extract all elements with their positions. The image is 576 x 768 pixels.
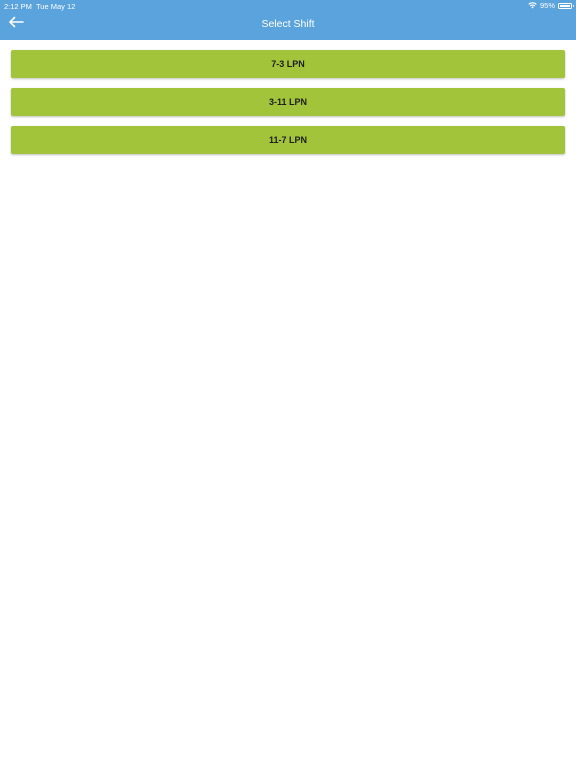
wifi-icon (528, 2, 537, 9)
battery-percent: 95% (539, 1, 555, 10)
battery-tip (572, 4, 574, 7)
status-bar: 2:12 PM Tue May 12 95% (0, 0, 576, 11)
status-date: Tue May 12 (36, 2, 76, 11)
battery-fill (560, 4, 570, 7)
battery-icon (558, 2, 574, 9)
shift-button-7-3-lpn[interactable]: 7-3 LPN (11, 50, 565, 78)
status-indicators: 95% (528, 1, 574, 10)
page-title: Select Shift (261, 18, 315, 30)
status-time: 2:12 PM (4, 2, 32, 11)
nav-header: 2:12 PM Tue May 12 95% Select Shift (0, 0, 576, 40)
shift-button-11-7-lpn[interactable]: 11-7 LPN (11, 126, 565, 154)
shift-button-3-11-lpn[interactable]: 3-11 LPN (11, 88, 565, 116)
shift-list: 7-3 LPN 3-11 LPN 11-7 LPN (11, 50, 565, 164)
